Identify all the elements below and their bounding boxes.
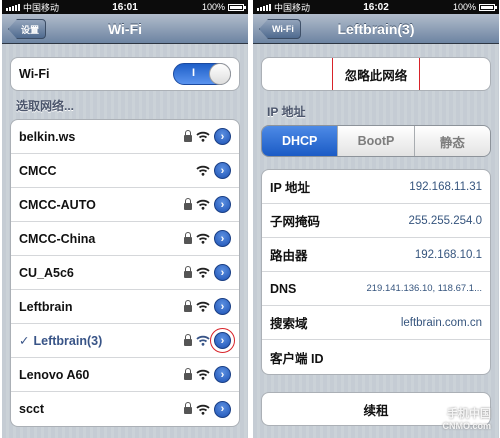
ip-details-group: IP 地址 192.168.11.31 子网掩码 255.255.254.0 路…: [261, 169, 491, 375]
back-button-wifi[interactable]: Wi-Fi: [259, 19, 301, 39]
ip-mode-segmented-control: DHCP BootP 静态: [261, 125, 491, 157]
detail-disclosure-icon[interactable]: ›: [214, 298, 231, 315]
network-name: Lenovo A60: [19, 367, 90, 382]
switch-on-label: I: [192, 67, 196, 79]
watermark-line2: CNMO.com: [442, 421, 491, 431]
network-name: CU_A5c6: [19, 265, 74, 280]
lock-icon: [184, 367, 192, 380]
status-time: 16:02: [363, 1, 389, 13]
field-value: 192.168.11.31: [409, 180, 482, 193]
field-row: 子网掩码 255.255.254.0: [262, 204, 490, 238]
page-title: Leftbrain(3): [337, 20, 415, 37]
wifi-signal-icon: [196, 165, 210, 176]
network-name: CMCC-China: [19, 231, 96, 246]
watermark: 手机中国 CNMO.com: [442, 408, 491, 432]
lock-icon: [184, 231, 192, 244]
detail-disclosure-icon[interactable]: ›: [214, 264, 231, 281]
network-detail-screen: 中国移动 16:02 100% Wi-Fi Leftbrain(3) 忽略此网络…: [253, 0, 499, 438]
lock-icon: [184, 402, 192, 414]
network-row[interactable]: Lenovo A60 ›: [11, 358, 239, 392]
network-name: CMCC-AUTO: [19, 197, 96, 212]
wifi-signal-icon: [196, 199, 210, 210]
segment-dhcp[interactable]: DHCP: [262, 126, 339, 156]
network-row[interactable]: CU_A5c6 ›: [11, 256, 239, 290]
segment-bootp[interactable]: BootP: [338, 126, 415, 156]
field-row: DNS 219.141.136.10, 118.67.1...: [262, 272, 490, 306]
detail-disclosure-icon[interactable]: ›: [214, 128, 231, 145]
field-label: 子网掩码: [270, 215, 321, 229]
network-name: Leftbrain: [19, 299, 73, 314]
switch-knob[interactable]: [209, 63, 231, 85]
forget-network-button[interactable]: 忽略此网络: [262, 58, 490, 90]
battery-icon: [228, 3, 246, 11]
detail-disclosure-icon[interactable]: ›: [214, 196, 231, 213]
detail-disclosure-icon[interactable]: ›: [214, 400, 231, 418]
field-value: 192.168.10.1: [414, 248, 482, 261]
field-value: leftbrain.com.cn: [400, 316, 482, 329]
checkmark-icon: ✓: [19, 334, 30, 348]
network-row[interactable]: scct ›: [11, 392, 239, 426]
lock-icon: [184, 299, 192, 312]
wifi-signal-icon: [196, 404, 210, 415]
status-bar: 中国移动 16:01 100%: [2, 0, 248, 14]
network-row-selected[interactable]: ✓ Leftbrain(3) ›: [11, 324, 239, 358]
network-list: belkin.ws › CMCC › CMCC-AUTO › CMCC-Chin…: [10, 119, 240, 427]
nav-bar: Wi-Fi Leftbrain(3): [253, 14, 499, 44]
wifi-list-screen: 中国移动 16:01 100% 设置 Wi-Fi Wi-Fi I 选取网络...…: [2, 0, 248, 438]
network-row[interactable]: CMCC-AUTO ›: [11, 188, 239, 222]
field-label: 客户端 ID: [270, 351, 324, 366]
network-row[interactable]: CMCC-China ›: [11, 222, 239, 256]
network-name: Leftbrain(3): [33, 333, 103, 348]
lock-icon: [184, 197, 192, 210]
wifi-toggle-switch[interactable]: I: [173, 63, 231, 85]
network-name: scct: [19, 402, 45, 416]
wifi-signal-icon: [196, 335, 210, 346]
field-row: IP 地址 192.168.11.31: [262, 170, 490, 204]
field-label: 搜索域: [270, 317, 308, 331]
nav-bar: 设置 Wi-Fi: [2, 14, 248, 44]
section-label-choose-network: 选取网络...: [16, 99, 75, 113]
field-row: 路由器 192.168.10.1: [262, 238, 490, 272]
detail-disclosure-icon[interactable]: ›: [210, 328, 235, 353]
field-row-client-id[interactable]: 客户端 ID: [262, 340, 490, 374]
wifi-signal-icon: [196, 267, 210, 278]
wifi-toggle-group: Wi-Fi I: [10, 57, 240, 91]
wifi-toggle-label: Wi-Fi: [19, 67, 50, 81]
network-row[interactable]: Leftbrain ›: [11, 290, 239, 324]
lock-icon: [184, 333, 192, 346]
network-row[interactable]: CMCC ›: [11, 154, 239, 188]
network-name: CMCC: [19, 163, 57, 178]
detail-disclosure-icon[interactable]: ›: [214, 366, 231, 383]
network-name: belkin.ws: [19, 129, 76, 144]
wifi-signal-icon: [196, 233, 210, 244]
watermark-line1: 手机中国: [447, 408, 491, 420]
battery-icon: [479, 3, 497, 11]
page-title: Wi-Fi: [107, 20, 143, 37]
field-value: 255.255.254.0: [408, 214, 482, 227]
forget-network-group: 忽略此网络: [261, 57, 491, 91]
field-row: 搜索域 leftbrain.com.cn: [262, 306, 490, 340]
field-label: IP 地址: [270, 181, 311, 195]
field-label: 路由器: [270, 249, 308, 263]
lock-icon: [184, 265, 192, 278]
segment-static[interactable]: 静态: [414, 126, 490, 156]
lock-icon: [184, 129, 192, 142]
forget-network-label: 忽略此网络: [331, 58, 421, 90]
field-value: 219.141.136.10, 118.67.1...: [366, 283, 482, 294]
wifi-signal-icon: [196, 369, 210, 380]
status-bar: 中国移动 16:02 100%: [253, 0, 499, 14]
field-label: DNS: [270, 281, 297, 296]
detail-disclosure-icon[interactable]: ›: [214, 162, 231, 179]
section-label-ip: IP 地址: [267, 105, 306, 119]
back-button-settings[interactable]: 设置: [8, 19, 47, 39]
wifi-signal-icon: [196, 301, 210, 312]
status-time: 16:01: [112, 1, 138, 13]
network-row[interactable]: belkin.ws ›: [11, 120, 239, 154]
detail-disclosure-icon[interactable]: ›: [214, 230, 231, 247]
wifi-signal-icon: [196, 131, 210, 142]
